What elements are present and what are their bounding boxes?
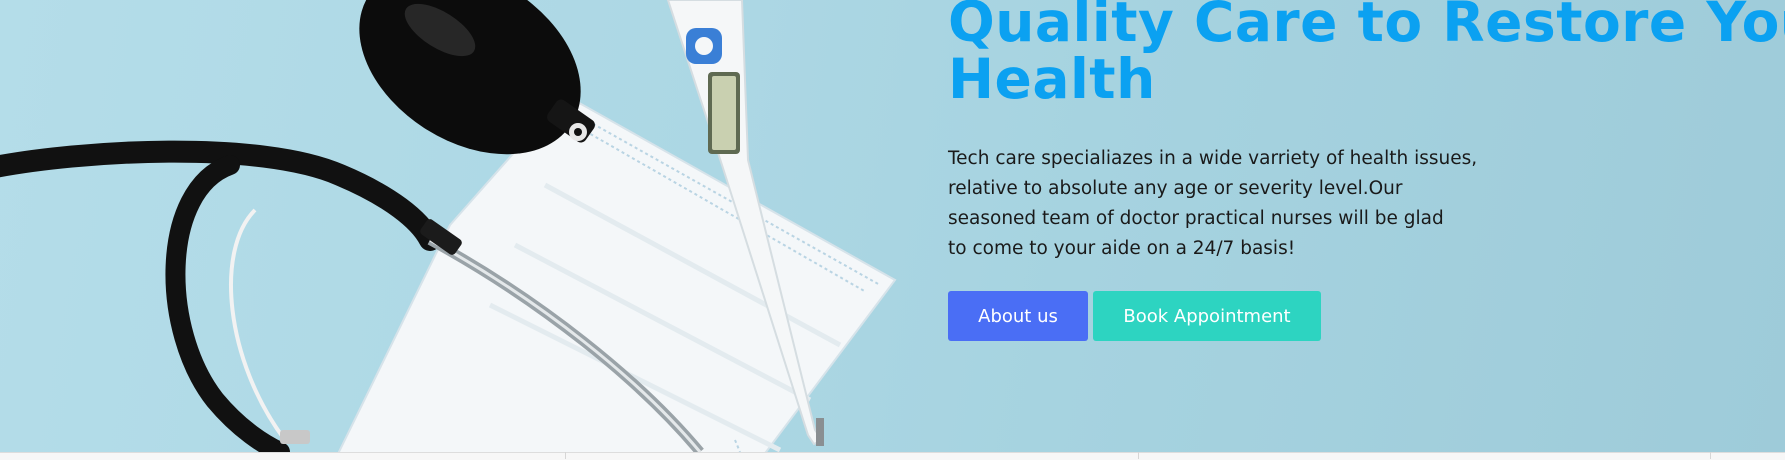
- hero-description-line: seasoned team of doctor practical nurses…: [948, 208, 1444, 229]
- hero-description-line: to come to your aide on a 24/7 basis!: [948, 238, 1296, 259]
- hero-headline: Quality Care to Restore Your Health: [948, 0, 1785, 111]
- about-us-button[interactable]: About us: [948, 291, 1088, 341]
- column-divider: [565, 452, 566, 459]
- hero-headline-line-2: Health: [948, 47, 1156, 111]
- hero-headline-line-1: Quality Care to Restore Your: [948, 0, 1785, 54]
- hero-description-line: relative to absolute any age or severity…: [948, 178, 1403, 199]
- face-mask-icon: [337, 93, 897, 452]
- medical-equipment-image: [0, 0, 897, 452]
- hero-actions: About us Book Appointment: [948, 291, 1321, 341]
- book-appointment-button[interactable]: Book Appointment: [1093, 291, 1321, 341]
- column-divider: [1710, 452, 1711, 459]
- hero-banner: Quality Care to Restore Your Health Tech…: [0, 0, 1785, 452]
- column-divider: [1138, 452, 1139, 459]
- hero-description-line: Tech care specialiazes in a wide varriet…: [948, 148, 1478, 169]
- hero-description: Tech care specialiazes in a wide varriet…: [948, 144, 1478, 264]
